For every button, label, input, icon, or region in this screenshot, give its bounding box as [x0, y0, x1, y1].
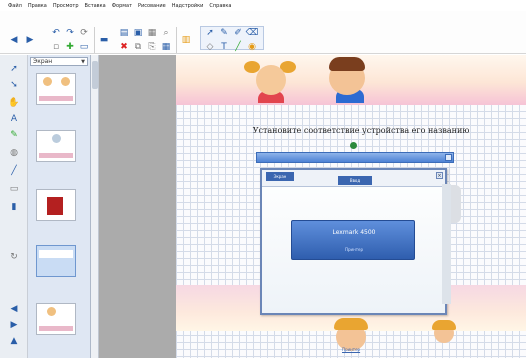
shape-tool-icon[interactable]: ▭ [8, 183, 20, 195]
girl-face-illustration [256, 65, 286, 95]
pen-tool-icon[interactable]: ✎ [8, 129, 20, 141]
panel-dropdown[interactable]: Экран ▼ [30, 57, 88, 66]
menu-file[interactable]: Файл [8, 3, 22, 9]
slide-canvas[interactable]: Установите соответствие устройства его н… [176, 55, 526, 358]
arrow-icon[interactable]: ➘ [8, 79, 20, 91]
shape-icon[interactable]: ◇ [204, 41, 216, 53]
new-page-icon[interactable]: ▤ [118, 27, 130, 39]
panel-scrollbar[interactable] [91, 55, 99, 358]
eraser-tool-icon[interactable]: ◍ [8, 147, 20, 159]
panel-dropdown-label: Экран [33, 58, 53, 65]
chevron-down-icon: ▼ [81, 58, 85, 65]
app-window: Файл Правка Просмотр Вставка Формат Рисо… [0, 0, 526, 358]
menu-view[interactable]: Просмотр [53, 3, 79, 9]
pen-icon[interactable]: ✎ [218, 27, 230, 39]
menu-bar: Файл Правка Просмотр Вставка Формат Рисо… [0, 0, 526, 11]
dialog-scroll-area [442, 184, 451, 304]
line-icon[interactable]: ╱ [232, 41, 244, 53]
resize-handle[interactable] [445, 154, 452, 161]
select-icon[interactable]: ➚ [204, 27, 216, 39]
device-card[interactable]: Lexmark 4500 Принтер [291, 220, 415, 260]
rotate-icon[interactable]: ↻ [8, 251, 20, 263]
menu-addons[interactable]: Надстройки [172, 3, 204, 9]
up-icon[interactable]: ▲ [8, 335, 20, 347]
folder-icon[interactable]: ▥ [180, 34, 192, 46]
window-icon[interactable]: ▭ [78, 41, 90, 53]
back-icon[interactable]: ◀ [8, 34, 20, 46]
menu-format[interactable]: Формат [112, 3, 132, 9]
eraser-icon[interactable]: ⌫ [246, 27, 259, 39]
menu-insert[interactable]: Вставка [85, 3, 106, 9]
device-card-button[interactable]: Принтер [342, 247, 366, 253]
grid-icon[interactable]: ▦ [160, 41, 172, 53]
menu-draw[interactable]: Рисование [138, 3, 166, 9]
toolbar-divider [94, 27, 95, 53]
slide-heading: Установите соответствие устройства его н… [252, 126, 470, 135]
menu-edit[interactable]: Правка [28, 3, 47, 9]
slide-panel: Экран ▼ [28, 55, 91, 358]
add-icon[interactable]: ✚ [64, 41, 76, 53]
dialog-header: Экран Ввод × [262, 170, 445, 187]
kid-hair-illustration [432, 320, 456, 330]
menu-help[interactable]: Справка [209, 3, 231, 9]
scrollbar-thumb[interactable] [92, 61, 98, 89]
zoom-icon[interactable]: ⌕ [160, 27, 172, 39]
dialog-tab-screen[interactable]: Экран [266, 172, 294, 181]
fill-tool-icon[interactable]: ▮ [8, 201, 20, 213]
device-card-title: Lexmark 4500 [332, 229, 376, 236]
forward-icon[interactable]: ▶ [24, 34, 36, 46]
slide-thumbnail-selected[interactable] [36, 245, 76, 277]
tools-strip: ➚ ➘ ✋ A ✎ ◍ ╱ ▭ ▮ ↻ ◀ ▶ ▲ [0, 55, 28, 358]
dialog-body: Lexmark 4500 Принтер [262, 187, 445, 313]
copy-icon[interactable]: ⧉ [132, 41, 144, 53]
bottom-link[interactable]: Принтер [342, 347, 360, 352]
prev-page-icon[interactable]: ◀ [8, 303, 20, 315]
fill-icon[interactable]: ◉ [246, 41, 258, 53]
blue-title-bar[interactable] [256, 152, 454, 163]
next-page-icon[interactable]: ▶ [8, 319, 20, 331]
close-icon[interactable]: × [436, 172, 443, 179]
table-icon[interactable]: ▦ [146, 27, 158, 39]
delete-icon[interactable]: ✖ [118, 41, 130, 53]
toolbar: ◀ ▶ ↶ ↷ ⟳ ▫ ✚ ▭ ▬ ▤ ▣ ▦ ⌕ ✖ ⧉ ⎘ ▦ ▥ ➚ ✎ … [0, 11, 526, 54]
toolbar-divider [176, 27, 177, 53]
dialog-tab-input[interactable]: Ввод [338, 176, 372, 185]
kid-hair-illustration [334, 318, 368, 330]
embedded-dialog[interactable]: Экран Ввод × Lexmark 4500 Принтер [260, 168, 451, 315]
paste-icon[interactable]: ⎘ [146, 41, 158, 53]
refresh-icon[interactable]: ⟳ [78, 27, 90, 39]
highlighter-icon[interactable]: ✐ [232, 27, 244, 39]
slide-thumbnail[interactable] [36, 189, 76, 221]
slide-thumbnail[interactable] [36, 73, 76, 105]
screen-icon[interactable]: ▬ [98, 34, 110, 46]
cursor-icon[interactable]: ➚ [8, 63, 20, 75]
hand-icon[interactable]: ✋ [8, 97, 20, 109]
redo-icon[interactable]: ↷ [64, 27, 76, 39]
boy-hair-illustration [329, 57, 365, 71]
undo-icon[interactable]: ↶ [50, 27, 62, 39]
text-tool-icon[interactable]: A [8, 113, 20, 125]
page-icon[interactable]: ▫ [50, 41, 62, 53]
text-icon[interactable]: T [218, 41, 230, 53]
line-tool-icon[interactable]: ╱ [8, 165, 20, 177]
slide-thumbnail[interactable] [36, 303, 76, 335]
green-dot-marker [350, 142, 357, 149]
image-icon[interactable]: ▣ [132, 27, 144, 39]
slide-thumbnail[interactable] [36, 130, 76, 162]
